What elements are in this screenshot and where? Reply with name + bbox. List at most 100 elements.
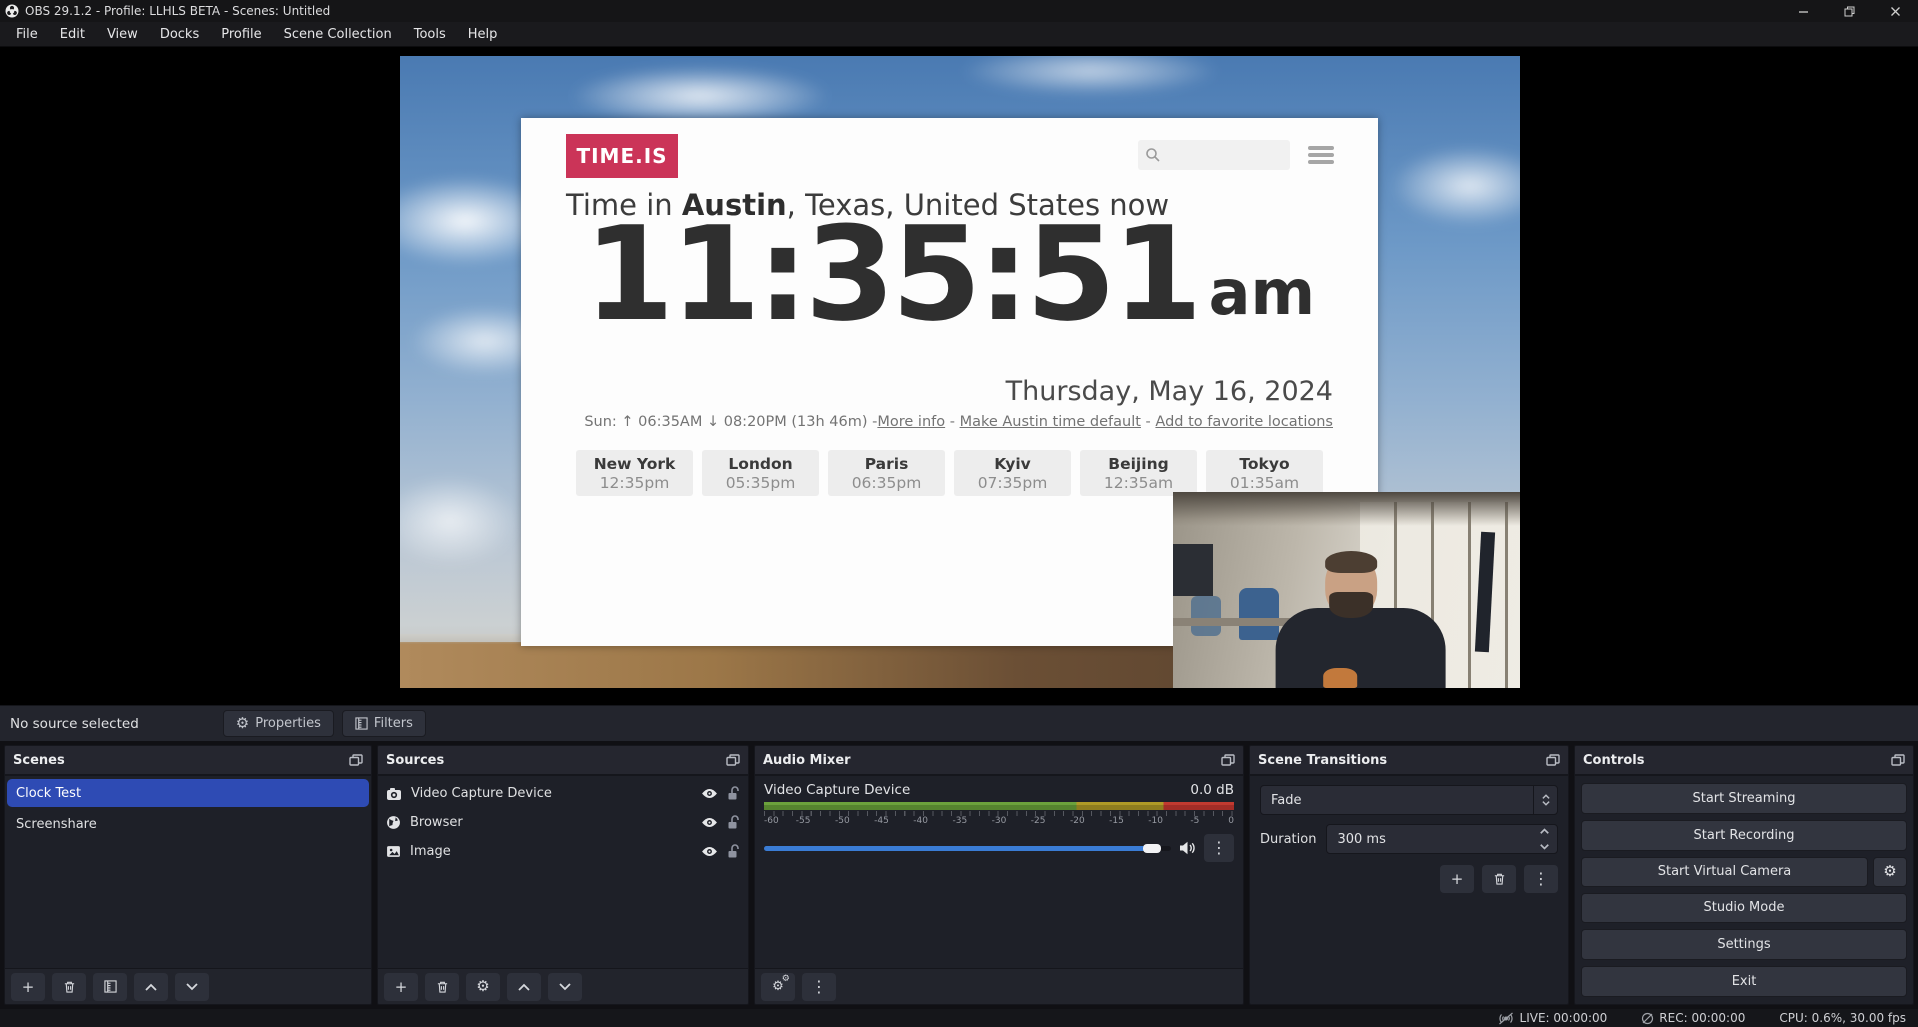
person-hair [1325,551,1377,573]
chevron-down-icon [186,983,198,991]
lock-open-icon[interactable] [727,786,740,801]
office-ceiling [1173,492,1520,526]
filters-button[interactable]: Filters [342,710,426,737]
duration-spinbox[interactable]: 300 ms [1326,824,1558,854]
scene-item-clock-test[interactable]: Clock Test [7,779,369,807]
visibility-eye-icon[interactable] [701,817,718,828]
audio-mixer-panel: Audio Mixer Video Capture Device 0.0 dB … [754,745,1244,1005]
timeis-sun-info: Sun: ↑ 06:35AM ↓ 08:20PM (13h 46m) -More… [584,414,1333,430]
dock-popout-button[interactable] [1221,754,1235,766]
scenes-title: Scenes [13,753,65,768]
city-card: London05:35pm [702,450,819,496]
visibility-eye-icon[interactable] [701,788,718,799]
minimize-icon [1798,6,1809,17]
timeis-city-row: New York12:35pm London05:35pm Paris06:35… [521,450,1378,496]
kebab-icon: ⋮ [1211,840,1227,856]
menu-help[interactable]: Help [458,24,508,45]
title-bar: OBS 29.1.2 - Profile: LLHLS BETA - Scene… [0,0,1918,22]
add-transition-button[interactable]: + [1440,865,1474,893]
menu-profile[interactable]: Profile [211,24,271,45]
chevron-up-icon[interactable] [1540,828,1549,834]
menu-edit[interactable]: Edit [50,24,95,45]
stream-inactive-icon [1497,1012,1515,1025]
speaker-icon[interactable] [1179,841,1196,855]
image-icon [386,844,401,859]
source-row-video-capture[interactable]: Video Capture Device [378,779,748,808]
add-source-button[interactable]: + [384,973,418,1001]
timeis-clock-row: 11:35:51 am [521,206,1378,343]
status-bar: LIVE: 00:00:00 REC: 00:00:00 CPU: 0.6%, … [0,1009,1918,1027]
settings-button[interactable]: Settings [1581,929,1907,960]
person-body [1275,608,1445,688]
source-row-browser[interactable]: Browser [378,808,748,837]
restore-button[interactable] [1826,0,1872,22]
dock-popout-button[interactable] [726,754,740,766]
studio-mode-button[interactable]: Studio Mode [1581,893,1907,924]
gear-icon: ⚙ [476,979,489,994]
lock-open-icon[interactable] [727,815,740,830]
chevron-down-icon[interactable] [1540,844,1549,850]
menu-docks[interactable]: Docks [150,24,209,45]
menu-tools[interactable]: Tools [404,24,456,45]
dock-popout-button[interactable] [1546,754,1560,766]
start-streaming-button[interactable]: Start Streaming [1581,783,1907,814]
dock-popout-button[interactable] [349,754,363,766]
properties-button[interactable]: ⚙ Properties [223,710,334,737]
rec-time: REC: 00:00:00 [1659,1011,1745,1025]
menu-scene-collection[interactable]: Scene Collection [274,24,402,45]
window-title: OBS 29.1.2 - Profile: LLHLS BETA - Scene… [25,4,330,18]
source-move-down-button[interactable] [548,973,582,1001]
scene-filters-button[interactable] [93,973,127,1001]
scene-move-down-button[interactable] [175,973,209,1001]
mixer-channel-name: Video Capture Device [764,782,910,798]
trash-icon [63,980,76,994]
search-icon [1145,147,1161,163]
timeis-clock: 11:35:51 [584,206,1199,343]
menu-file[interactable]: File [6,24,48,45]
volume-slider[interactable] [764,838,1171,858]
preview-canvas[interactable]: TIME.IS Time in Austin, Texas, United St… [400,56,1520,688]
office-screen [1173,544,1213,596]
source-move-up-button[interactable] [507,973,541,1001]
add-scene-button[interactable]: + [11,973,45,1001]
cpu-fps-stats: CPU: 0.6%, 30.00 fps [1779,1011,1906,1025]
preview-zone: TIME.IS Time in Austin, Texas, United St… [0,47,1918,705]
make-default-link: Make Austin time default [960,414,1141,430]
scene-move-up-button[interactable] [134,973,168,1001]
restore-icon [1844,6,1855,17]
mixer-menu-button[interactable]: ⋮ [802,973,836,1001]
gear-icon: ⚙ [1883,864,1896,879]
remove-transition-button[interactable] [1482,865,1516,893]
minimize-button[interactable] [1780,0,1826,22]
controls-title: Controls [1583,753,1644,768]
remove-source-button[interactable] [425,973,459,1001]
audio-level-meter [764,802,1234,810]
visibility-eye-icon[interactable] [701,846,718,857]
volume-handle[interactable] [1143,844,1161,853]
dock-area: Scenes Clock Test Screenshare + [0,741,1918,1009]
audio-mixer-title: Audio Mixer [763,753,851,768]
lock-open-icon[interactable] [727,844,740,859]
exit-button[interactable]: Exit [1581,966,1907,997]
office-chair [1191,596,1221,636]
chevron-up-icon [1542,794,1550,799]
duration-label: Duration [1260,832,1316,847]
source-row-image[interactable]: Image [378,837,748,866]
remove-scene-button[interactable] [52,973,86,1001]
start-virtual-camera-button[interactable]: Start Virtual Camera [1581,857,1868,887]
chevron-up-icon [145,983,157,991]
select-spinner[interactable] [1533,786,1557,814]
transition-menu-button[interactable]: ⋮ [1524,865,1558,893]
virtual-camera-settings-button[interactable]: ⚙ [1873,857,1907,887]
mixer-channel-menu-button[interactable]: ⋮ [1204,834,1234,862]
advanced-audio-button[interactable]: ⚙⚙ [761,973,795,1001]
start-recording-button[interactable]: Start Recording [1581,820,1907,851]
dock-popout-button[interactable] [1891,754,1905,766]
timeis-ampm: am [1209,256,1315,343]
menu-view[interactable]: View [97,24,148,45]
source-properties-button[interactable]: ⚙ [466,973,500,1001]
transition-select[interactable]: Fade [1260,785,1558,815]
scene-item-screenshare[interactable]: Screenshare [7,810,369,838]
close-button[interactable] [1872,0,1918,22]
chevron-down-icon [1542,801,1550,806]
